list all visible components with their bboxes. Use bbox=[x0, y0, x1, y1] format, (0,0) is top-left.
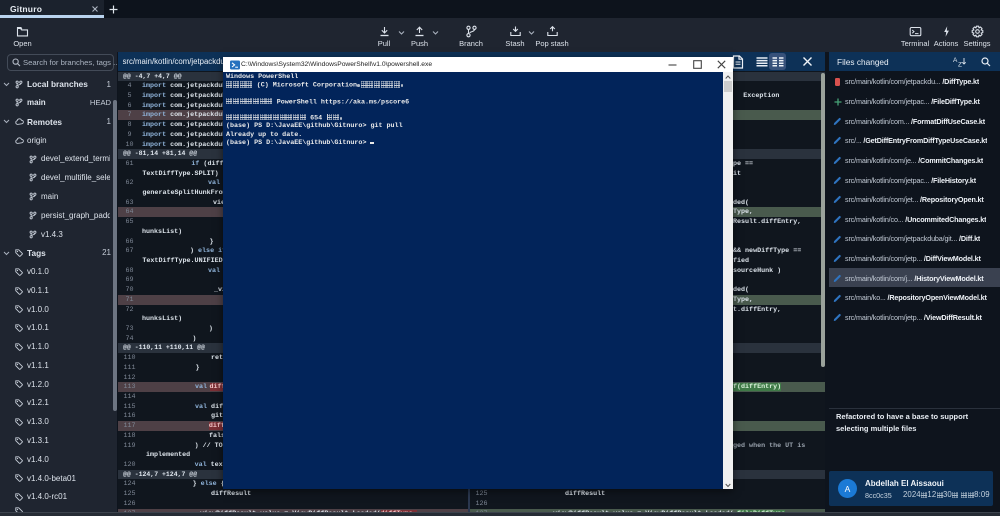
svg-text:Z: Z bbox=[958, 62, 962, 68]
